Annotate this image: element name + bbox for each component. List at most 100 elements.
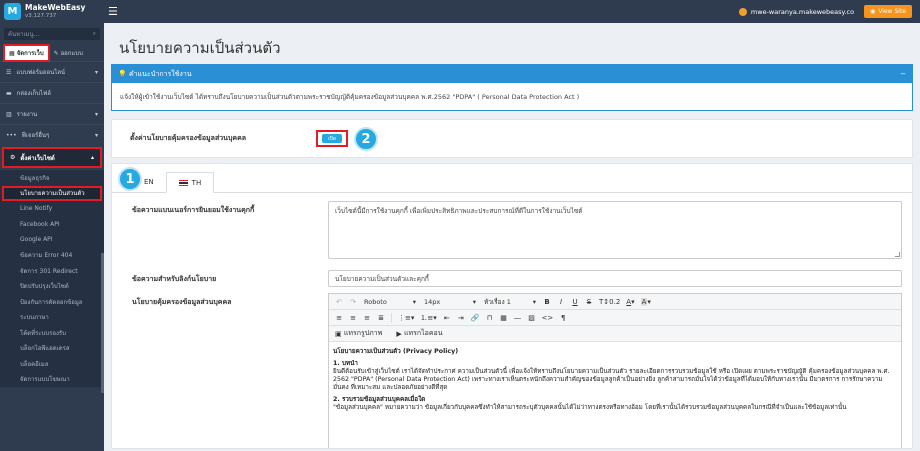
sidebar-item-files[interactable]: ▬ กล่องเก็บไฟล์ (0, 82, 104, 103)
sub-item-error-404[interactable]: ข้อความ Error 404 (0, 248, 104, 264)
insert-image-button[interactable]: ▣ แทรกรูปภาพ (333, 328, 384, 340)
indent-icon[interactable]: ⇥ (455, 312, 467, 324)
sidebar-item-label: รายงาน (16, 111, 38, 118)
editor-toolbar-row-2: ≡ ≡ ≡ ≣ ⋮≡▾ ⒈≡▾ ⇤ ⇥ 🔗 ⊓ ▦ ― ▨ <> ¶ (329, 310, 901, 326)
sidebar-item-forms[interactable]: ☰ แบบฟอร์มออนไลน์ ▾ (0, 61, 104, 82)
align-left-icon[interactable]: ≡ (333, 312, 345, 324)
insert-icon-button[interactable]: ▶ แทรกไอคอน (394, 328, 444, 340)
link-icon[interactable]: 🔗 (469, 312, 482, 324)
line-height-icon: T↕ (599, 297, 610, 306)
grid-icon: ▦ (9, 50, 17, 57)
manage-mode-button[interactable]: ▦ จัดการเว็บ (3, 44, 50, 62)
collapse-icon[interactable]: − (900, 70, 906, 78)
align-right-icon[interactable]: ≡ (361, 312, 373, 324)
sub-item-language[interactable]: ระบบภาษา (0, 310, 104, 326)
redo-icon[interactable]: ↷ (347, 296, 359, 308)
play-icon: ▶ (396, 329, 402, 338)
align-justify-icon[interactable]: ≣ (375, 312, 387, 324)
sidebar-item-label: แบบฟอร์มออนไลน์ (16, 69, 66, 76)
chevron-down-icon: ▾ (472, 297, 476, 306)
bookmark-icon[interactable]: ⊓ (484, 312, 496, 324)
chevron-down-icon: ▾ (412, 297, 416, 306)
sub-item-ads[interactable]: จัดการแบบโฆษณา (0, 372, 104, 388)
search-input[interactable]: ค้นหาเมนู... ⌕ (4, 28, 100, 40)
sub-item-line-notify[interactable]: Line Notify (0, 201, 104, 217)
sub-item-block-email[interactable]: บล็อคอีเมล (0, 356, 104, 372)
outdent-icon[interactable]: ⇤ (441, 312, 453, 324)
hr-icon[interactable]: ― (512, 312, 524, 324)
chevron-down-icon: ▾ (532, 297, 536, 306)
insert-image-label: แทรกรูปภาพ (343, 329, 383, 337)
sub-item-code[interactable]: โค้ดที่ระบบรองรับ (0, 325, 104, 341)
design-mode-button[interactable]: ✎ ออกแบบ (54, 48, 83, 58)
paragraph-icon[interactable]: ¶ (557, 312, 569, 324)
heading-select[interactable]: หัวเรื่อง 1 ▾ (481, 296, 539, 308)
sub-item-redirect[interactable]: จัดการ 301 Redirect (0, 263, 104, 279)
sub-item-facebook-api[interactable]: Facebook API (0, 217, 104, 233)
highlight-color-icon[interactable]: A ▾ (639, 296, 653, 308)
brand[interactable]: M MakeWebEasy v3.127.737 (0, 0, 104, 23)
doc-section-1-title: 1. บทนำ (333, 360, 358, 367)
editor-toolbar-row-3: ▣ แทรกรูปภาพ ▶ แทรกไอคอน (329, 326, 901, 342)
tab-th-label: TH (191, 178, 202, 187)
sidebar: ค้นหาเมนู... ⌕ ▦ จัดการเว็บ ✎ ออกแบบ ☰ แบ… (0, 23, 104, 451)
code-icon[interactable]: <> (540, 312, 556, 324)
undo-icon[interactable]: ↶ (333, 296, 345, 308)
align-center-icon[interactable]: ≡ (347, 312, 359, 324)
size-select[interactable]: 14px ▾ (421, 296, 479, 308)
font-select[interactable]: Roboto ▾ (361, 296, 419, 308)
gear-icon: ⚙ (10, 154, 16, 161)
sub-item-maintenance[interactable]: ปิดปรับปรุงเว็บไซต์ (0, 279, 104, 295)
numbered-list-icon[interactable]: ⒈≡▾ (418, 312, 438, 324)
policy-link-input[interactable]: นโยบายความเป็นส่วนตัวและคุกกี้ (328, 270, 902, 287)
list-icon: ☰ (6, 68, 12, 76)
pdpa-toggle[interactable]: เปิด (322, 134, 342, 143)
manage-mode-label: จัดการเว็บ (16, 50, 44, 57)
sidebar-item-features[interactable]: ••• ฟีเจอร์อื่นๆ ▾ (0, 124, 104, 145)
sidebar-item-reports[interactable]: ▥ รายงาน ▾ (0, 103, 104, 124)
sub-item-google-api[interactable]: Google API (0, 232, 104, 248)
sub-item-privacy[interactable]: นโยบายความเป็นส่วนตัว (2, 185, 102, 201)
site-link[interactable]: mwe-waranya.makewebeasy.co (738, 7, 854, 16)
policy-editor-label: นโยบายคุ้มครองข้อมูลส่วนบุคคล (132, 298, 232, 306)
line-height-value: 0.2 (609, 297, 621, 306)
eye-icon: ◉ (870, 8, 876, 15)
strikethrough-icon[interactable]: S (583, 296, 595, 308)
thai-flag-icon (178, 179, 188, 186)
view-site-button[interactable]: ◉ View Site (864, 5, 912, 18)
doc-section-2-title: 2. รวบรวมข้อมูลส่วนบุคคลเมื่อใด (333, 396, 426, 403)
step-badge-2: 2 (354, 127, 378, 151)
size-value: 14px (424, 297, 441, 306)
tab-th[interactable]: TH (165, 172, 215, 193)
sub-item-copy-protect[interactable]: ป้องกันการคัดลอกข้อมูล (0, 294, 104, 310)
info-panel: 💡 คำแนะนำการใช้งาน − แจ้งให้ผู้เข้าใช้งา… (111, 64, 913, 111)
sidebar-item-settings[interactable]: ⚙ ตั้งค่าเว็บไซต์ ▴ (2, 147, 102, 168)
italic-icon[interactable]: I (555, 296, 567, 308)
more-icon: ••• (6, 131, 17, 139)
chevron-down-icon: ▾ (94, 110, 98, 118)
hamburger-icon[interactable]: ☰ (108, 5, 118, 18)
info-title: คำแนะนำการใช้งาน (128, 69, 192, 78)
logo-icon: M (4, 3, 21, 20)
step-badge-1: 1 (118, 167, 142, 191)
sub-item-business[interactable]: ข้อมูลธุรกิจ (0, 170, 104, 186)
editor-content[interactable]: นโยบายความเป็นส่วนตัว (Privacy Policy) 1… (329, 342, 901, 422)
search-icon: ⌕ (92, 30, 96, 37)
line-height-button[interactable]: T↕ 0.2 (597, 296, 622, 308)
chevron-up-icon: ▴ (90, 154, 94, 161)
brand-name: MakeWebEasy (25, 2, 86, 12)
sub-item-block-ip[interactable]: บล็อกไอพีแอดเดรส (0, 341, 104, 357)
underline-icon[interactable]: U (569, 296, 581, 308)
cookie-banner-textarea[interactable]: เว็บไซต์นี้มีการใช้งานคุกกี้ เพื่อเพิ่มป… (328, 201, 902, 259)
globe-icon (738, 7, 747, 16)
font-color-icon[interactable]: A ▾ (624, 296, 636, 308)
image-icon[interactable]: ▨ (526, 312, 538, 324)
heading-value: หัวเรื่อง 1 (484, 297, 511, 306)
search-placeholder: ค้นหาเมนู... (8, 31, 40, 38)
design-mode-label: ออกแบบ (60, 50, 83, 57)
bold-icon[interactable]: B (541, 296, 553, 308)
bullet-list-icon[interactable]: ⋮≡▾ (396, 312, 416, 324)
language-card: 1 EN TH ข้อความแบนเนอร์การยินยอมใช้งานคุ… (111, 163, 913, 449)
info-text: แจ้งให้ผู้เข้าใช้งานเว็บไซต์ ได้ทราบถึงน… (120, 93, 580, 101)
table-icon[interactable]: ▦ (498, 312, 510, 324)
